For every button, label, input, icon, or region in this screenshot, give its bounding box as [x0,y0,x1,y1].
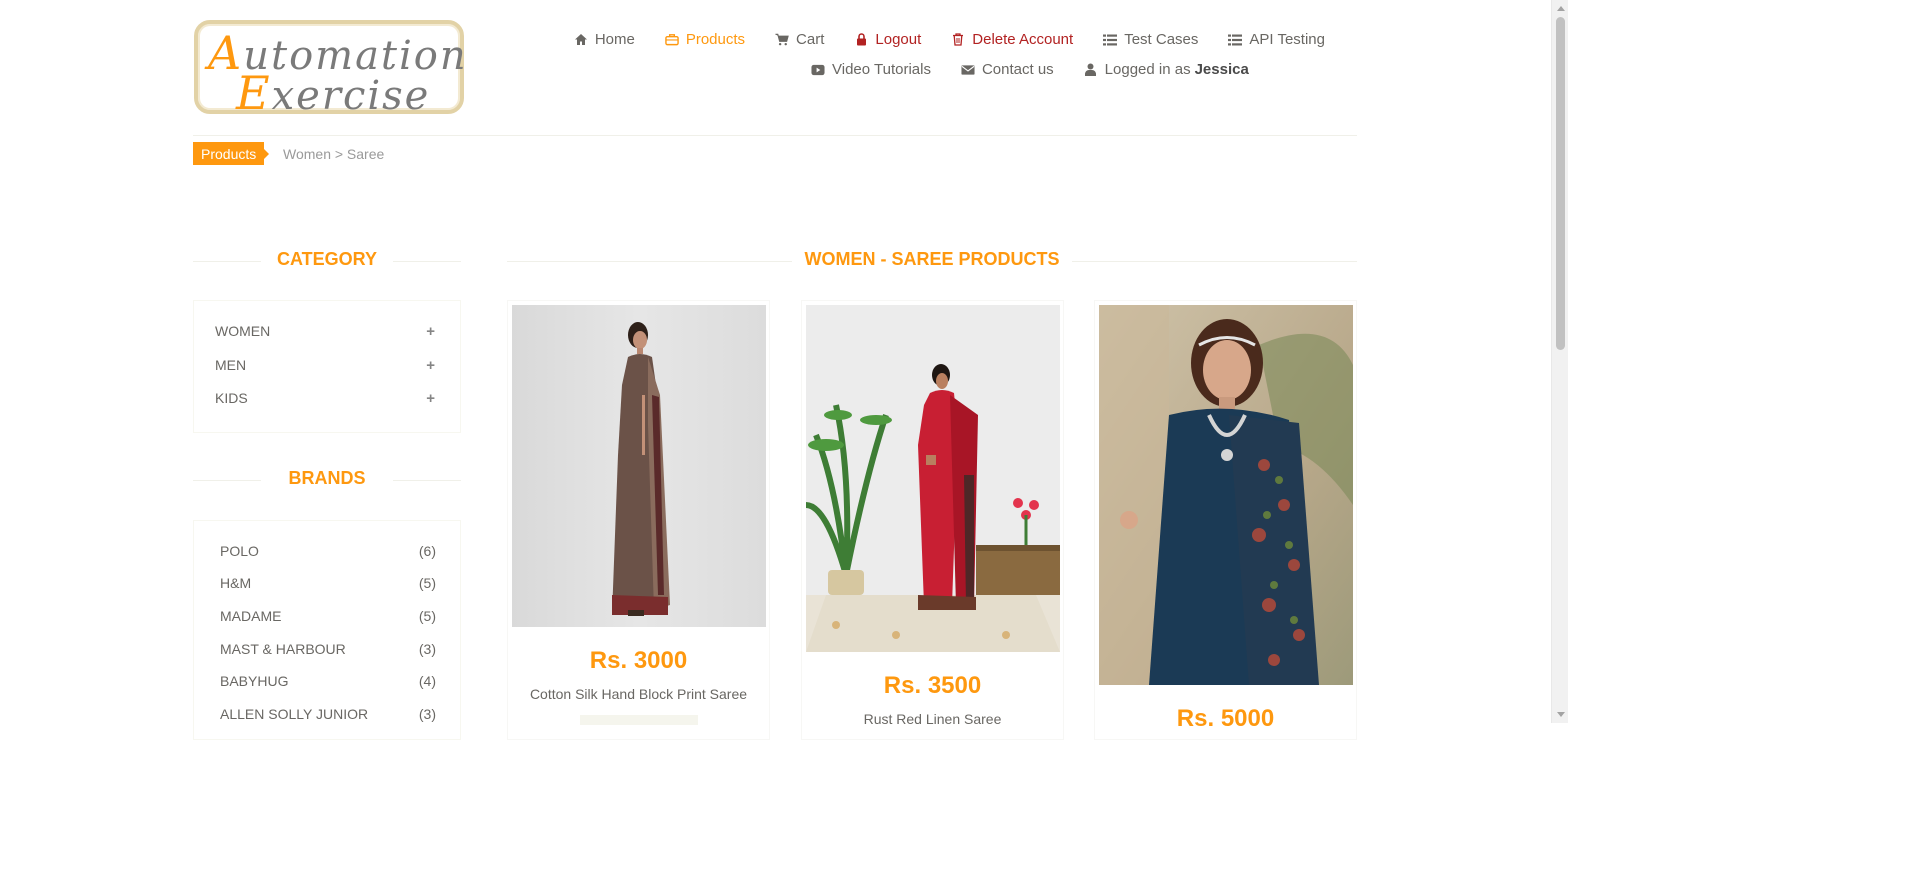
nav-test-cases-link[interactable]: Test Cases [1088,31,1213,48]
product-card: Rs. 3500 Rust Red Linen Saree [801,300,1064,740]
add-to-cart-button[interactable] [580,715,698,725]
product-price: Rs. 3500 [883,672,982,699]
plus-icon[interactable]: + [426,357,435,374]
plus-icon[interactable]: + [426,323,435,340]
nav-contact-us-link[interactable]: Contact us [946,61,1069,78]
nav-products-link[interactable]: Products [650,31,760,48]
nav-video-tutorials-link[interactable]: Video Tutorials [811,61,946,78]
user-icon [1084,63,1098,77]
logged-in-username: Jessica [1194,61,1249,78]
breadcrumb-path: Women > Saree [283,146,385,162]
briefcase-icon [665,33,679,47]
trash-icon [951,33,965,47]
category-item-men[interactable]: MEN + [215,355,435,375]
scroll-up-arrow-icon[interactable] [1552,0,1569,17]
brand-item-polo[interactable]: POLO (6) [220,541,436,561]
nav-api-testing-link[interactable]: API Testing [1213,31,1340,48]
envelope-icon [961,63,975,77]
breadcrumb-products-tag[interactable]: Products [193,142,270,165]
secondary-nav: Video Tutorials Contact us Logged in as J… [811,61,1264,78]
product-name: Rust Red Linen Saree [863,711,1002,727]
main-nav: Home Products Cart Logout Delete Account… [559,31,1340,48]
cart-icon [775,33,789,47]
product-image [1099,305,1353,685]
list-icon [1103,33,1118,47]
product-card: Rs. 5000 [1094,300,1357,740]
header-divider [193,135,1357,136]
home-icon [574,33,588,47]
category-item-kids[interactable]: KIDS + [215,388,435,408]
category-heading: CATEGORY [193,249,461,270]
page-scrollbar[interactable] [1551,0,1568,723]
site-logo[interactable]: Automation Exercise [194,20,466,120]
nav-cart-link[interactable]: Cart [760,31,839,48]
plus-icon[interactable]: + [426,390,435,407]
product-image [806,305,1060,652]
list-icon [1228,33,1243,47]
nav-home-link[interactable]: Home [559,31,650,48]
products-heading: WOMEN - SAREE PRODUCTS [507,249,1357,270]
product-card: Rs. 3000 Cotton Silk Hand Block Print Sa… [507,300,770,740]
product-image [512,305,766,627]
product-price: Rs. 3000 [589,647,688,674]
product-price: Rs. 5000 [1176,705,1275,732]
category-item-women[interactable]: WOMEN + [215,321,435,341]
nav-logout-link[interactable]: Logout [839,31,936,48]
brand-item-hm[interactable]: H&M (5) [220,573,436,593]
product-name: Cotton Silk Hand Block Print Saree [529,686,748,702]
nav-delete-account-link[interactable]: Delete Account [936,31,1088,48]
category-panel: WOMEN + MEN + KIDS + [193,300,461,433]
brands-panel: POLO (6) H&M (5) MADAME (5) MAST & HARBOUR(… [193,520,461,740]
youtube-icon [811,63,825,77]
brand-item-babyhug[interactable]: BABYHUG (4) [220,671,436,691]
nav-logged-in-status: Logged in as Jessica [1069,61,1264,78]
brand-item-mast-harbour[interactable]: MAST & HARBOUR (3) [220,639,436,659]
scrollbar-thumb[interactable] [1556,17,1565,350]
scroll-down-arrow-icon[interactable] [1552,706,1569,723]
brand-item-allen-solly-junior[interactable]: ALLEN SOLLY JUNIOR (3) [220,704,436,724]
brands-heading: BRANDS [193,468,461,489]
brand-item-madame[interactable]: MADAME (5) [220,606,436,626]
lock-icon [854,33,868,47]
logo-line-2: Exercise [236,66,431,120]
